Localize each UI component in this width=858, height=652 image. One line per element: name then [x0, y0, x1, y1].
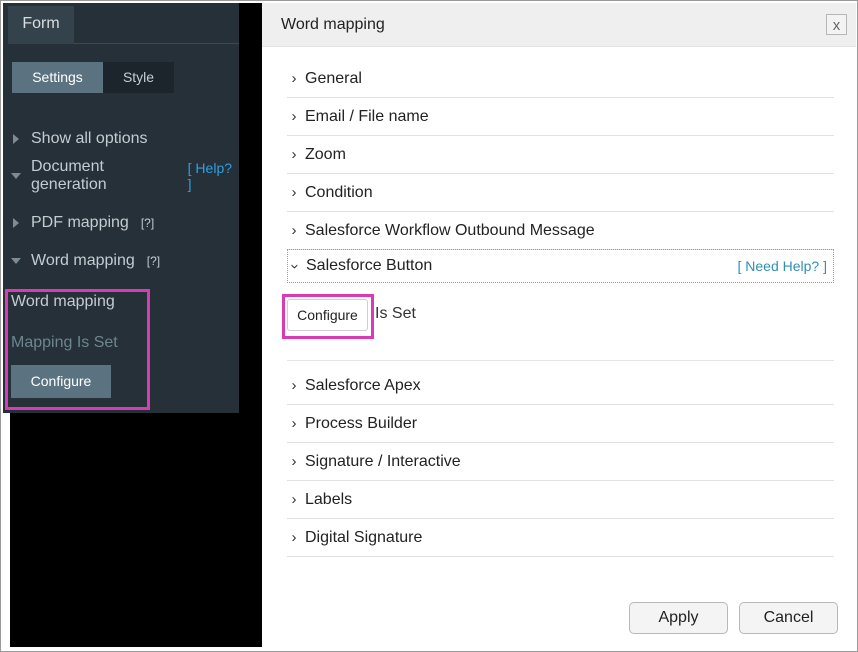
section-process-builder[interactable]: › Process Builder [287, 405, 834, 443]
tree-item-show-all-options[interactable]: Show all options [11, 128, 148, 150]
mapping-status-text: Is Set [375, 305, 416, 322]
section-salesforce-workflow-outbound-message[interactable]: › Salesforce Workflow Outbound Message [287, 212, 834, 250]
section-label: Condition [305, 183, 373, 201]
section-labels[interactable]: › Labels [287, 481, 834, 519]
section-zoom[interactable]: › Zoom [287, 136, 834, 174]
help-question-icon[interactable]: [?] [147, 254, 160, 268]
apply-button[interactable]: Apply [629, 602, 728, 634]
section-label: Process Builder [305, 414, 418, 432]
tree-item-word-mapping[interactable]: Word mapping [?] [11, 250, 160, 272]
backdrop-overlay [10, 413, 262, 647]
chevron-right-icon: › [291, 184, 297, 201]
section-label: Labels [305, 490, 353, 508]
section-label: Salesforce Workflow Outbound Message [305, 221, 595, 239]
help-link[interactable]: [ Help? ] [188, 160, 239, 192]
chevron-right-icon: › [291, 108, 297, 125]
chevron-right-icon: › [291, 415, 297, 432]
chevron-right-icon: › [291, 222, 297, 239]
collapse-arrow-icon [11, 173, 21, 179]
tree-item-label: Show all options [31, 130, 148, 147]
section-condition[interactable]: › Condition [287, 174, 834, 212]
section-label: Signature / Interactive [305, 452, 461, 470]
chevron-right-icon: › [291, 491, 297, 508]
section-label: Zoom [305, 145, 346, 163]
chevron-down-icon: › [286, 263, 304, 269]
chevron-right-icon: › [291, 146, 297, 163]
chevron-right-icon: › [291, 453, 297, 470]
chevron-right-icon: › [291, 529, 297, 546]
need-help-link[interactable]: [ Need Help? ] [738, 258, 828, 274]
section-digital-signature[interactable]: › Digital Signature [287, 519, 834, 557]
help-question-icon[interactable]: [?] [141, 216, 154, 230]
tree-item-pdf-mapping[interactable]: PDF mapping [?] [11, 212, 154, 234]
highlight-box [5, 289, 150, 410]
section-email-file-name[interactable]: › Email / File name [287, 98, 834, 136]
section-label: Digital Signature [305, 528, 423, 546]
tree-item-label: Document generation [31, 158, 107, 193]
segment-style[interactable]: Style [103, 62, 174, 93]
section-general[interactable]: › General [287, 60, 834, 98]
dialog-title: Word mapping [281, 16, 385, 33]
tab-divider [74, 43, 239, 44]
backdrop-overlay [239, 3, 262, 647]
tree-item-label: PDF mapping [31, 214, 129, 231]
chevron-right-icon: › [291, 70, 297, 87]
expand-arrow-icon [13, 134, 19, 144]
chevron-right-icon: › [291, 377, 297, 394]
close-icon[interactable]: x [826, 14, 847, 35]
cancel-button[interactable]: Cancel [739, 602, 838, 634]
section-divider [287, 360, 834, 361]
tab-form[interactable]: Form [8, 6, 74, 44]
section-signature-interactive[interactable]: › Signature / Interactive [287, 443, 834, 481]
dialog-header: Word mapping x [262, 3, 856, 47]
section-salesforce-apex[interactable]: › Salesforce Apex [287, 367, 834, 405]
section-label: Email / File name [305, 107, 429, 125]
tree-item-document-generation[interactable]: Document generation [ Help? ] [11, 158, 239, 193]
expand-arrow-icon [13, 218, 19, 228]
collapse-arrow-icon [11, 258, 21, 264]
section-salesforce-button[interactable]: › Salesforce Button [ Need Help? ] [287, 249, 834, 283]
section-label: Salesforce Apex [305, 376, 421, 394]
segment-settings[interactable]: Settings [12, 62, 103, 93]
section-label: Salesforce Button [306, 257, 433, 274]
highlight-box [282, 294, 374, 339]
section-label: General [305, 69, 362, 87]
tree-item-label: Word mapping [31, 252, 135, 269]
